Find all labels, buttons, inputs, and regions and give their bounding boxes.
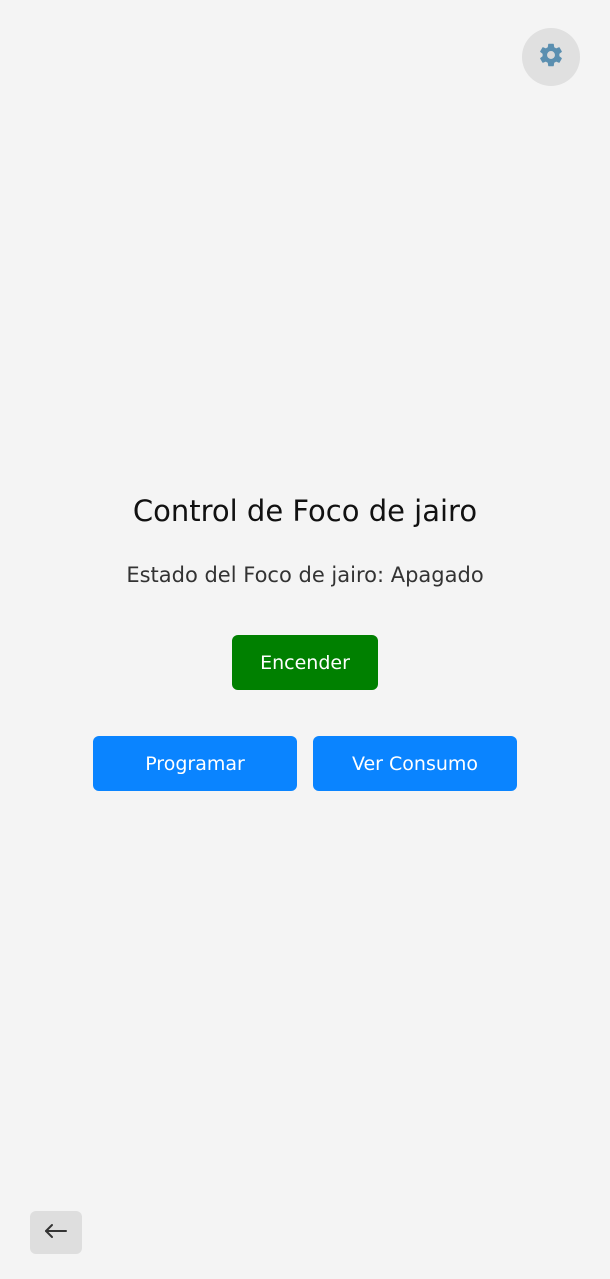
page-title: Control de Foco de jairo: [132, 494, 478, 528]
back-button[interactable]: [30, 1211, 82, 1254]
schedule-button[interactable]: Programar: [93, 736, 297, 791]
screen: Control de Foco de jairo Estado del Foco…: [0, 0, 610, 1279]
gear-icon: [537, 41, 565, 73]
turn-on-button[interactable]: Encender: [232, 635, 378, 690]
arrow-left-icon: [44, 1223, 68, 1243]
status-text: Estado del Foco de jairo: Apagado: [126, 563, 484, 587]
settings-button[interactable]: [522, 28, 580, 86]
view-consumption-button[interactable]: Ver Consumo: [313, 736, 517, 791]
